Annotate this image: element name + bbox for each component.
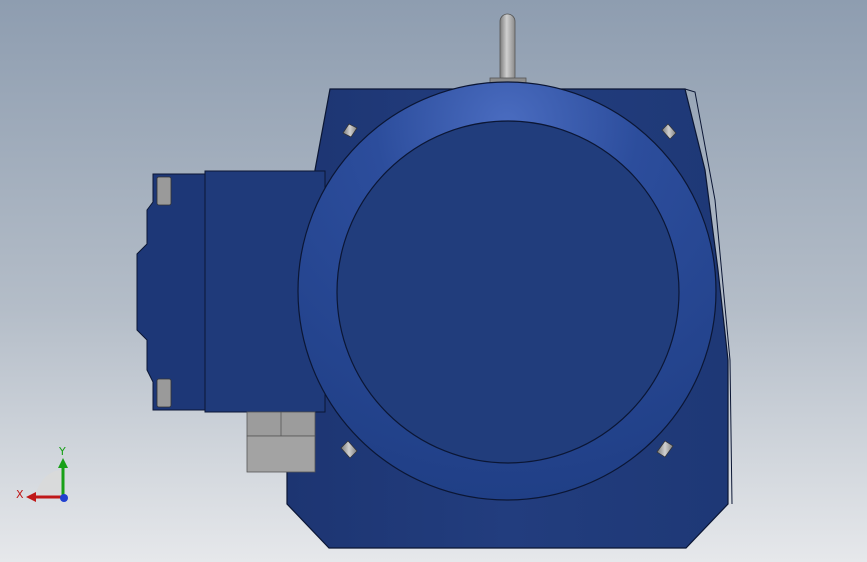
lifting-eye-bolt[interactable] [489,13,527,86]
y-axis-label: Y [58,445,66,458]
motor-adapter[interactable] [136,170,326,413]
x-axis-arrow [26,492,36,502]
cad-viewport[interactable]: Y X [0,0,867,562]
y-axis-arrow [58,458,68,468]
x-axis-label: X [16,488,24,501]
gear-motor-model[interactable] [136,13,733,549]
flange-face[interactable] [336,120,680,464]
triad-plane [35,470,62,495]
adapter-slot-top [156,176,172,206]
cable-gland[interactable] [246,411,316,473]
z-axis-dot [60,494,68,502]
adapter-slot-bottom [156,378,172,408]
reference-triad[interactable]: Y X [16,445,68,502]
